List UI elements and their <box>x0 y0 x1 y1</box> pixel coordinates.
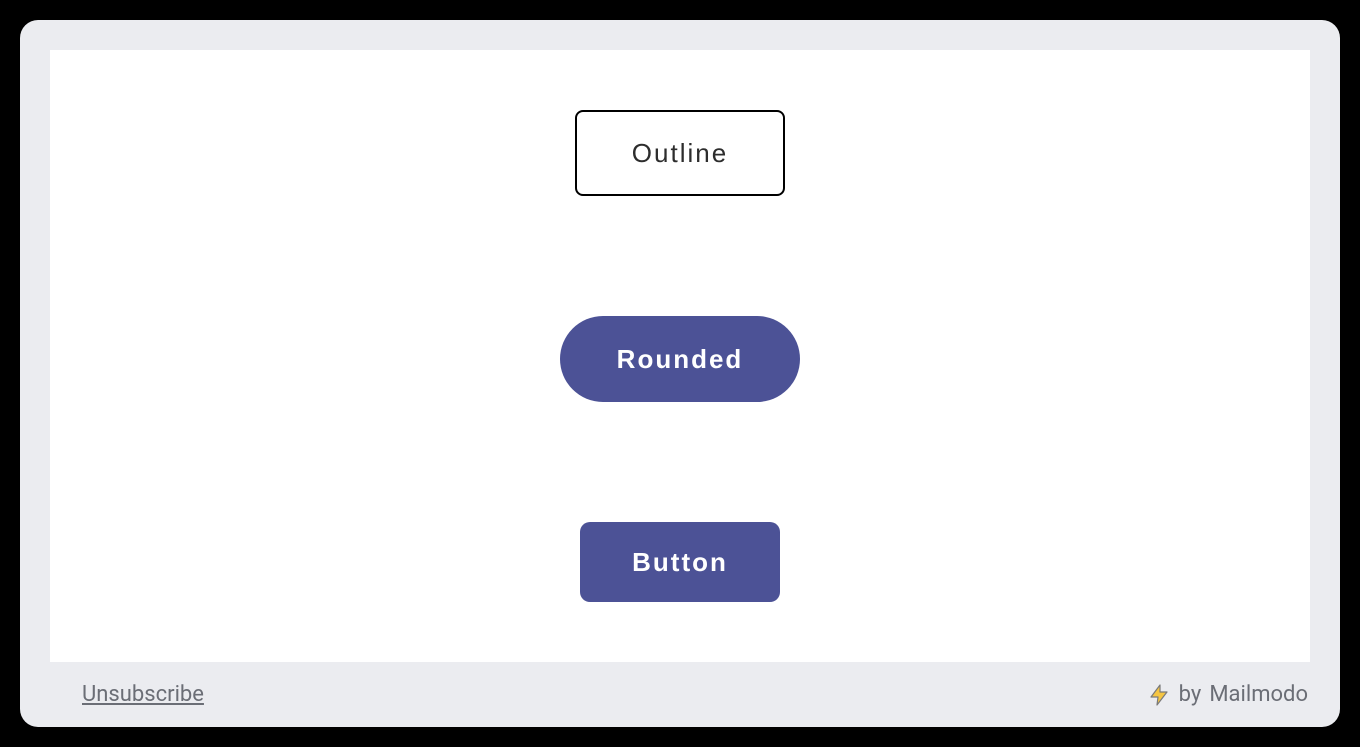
email-footer: Unsubscribe by Mailmodo <box>20 662 1340 727</box>
rounded-button[interactable]: Rounded <box>560 316 800 402</box>
filled-button[interactable]: Button <box>580 522 780 602</box>
branding-name: Mailmodo <box>1209 682 1308 707</box>
branding[interactable]: by Mailmodo <box>1147 682 1308 707</box>
outline-button[interactable]: Outline <box>575 110 785 196</box>
unsubscribe-link[interactable]: Unsubscribe <box>82 682 204 707</box>
bolt-icon <box>1147 683 1171 707</box>
branding-by: by <box>1179 682 1202 707</box>
email-content-area: Outline Rounded Button <box>50 50 1310 662</box>
email-preview-card: Outline Rounded Button Unsubscribe by Ma… <box>20 20 1340 727</box>
